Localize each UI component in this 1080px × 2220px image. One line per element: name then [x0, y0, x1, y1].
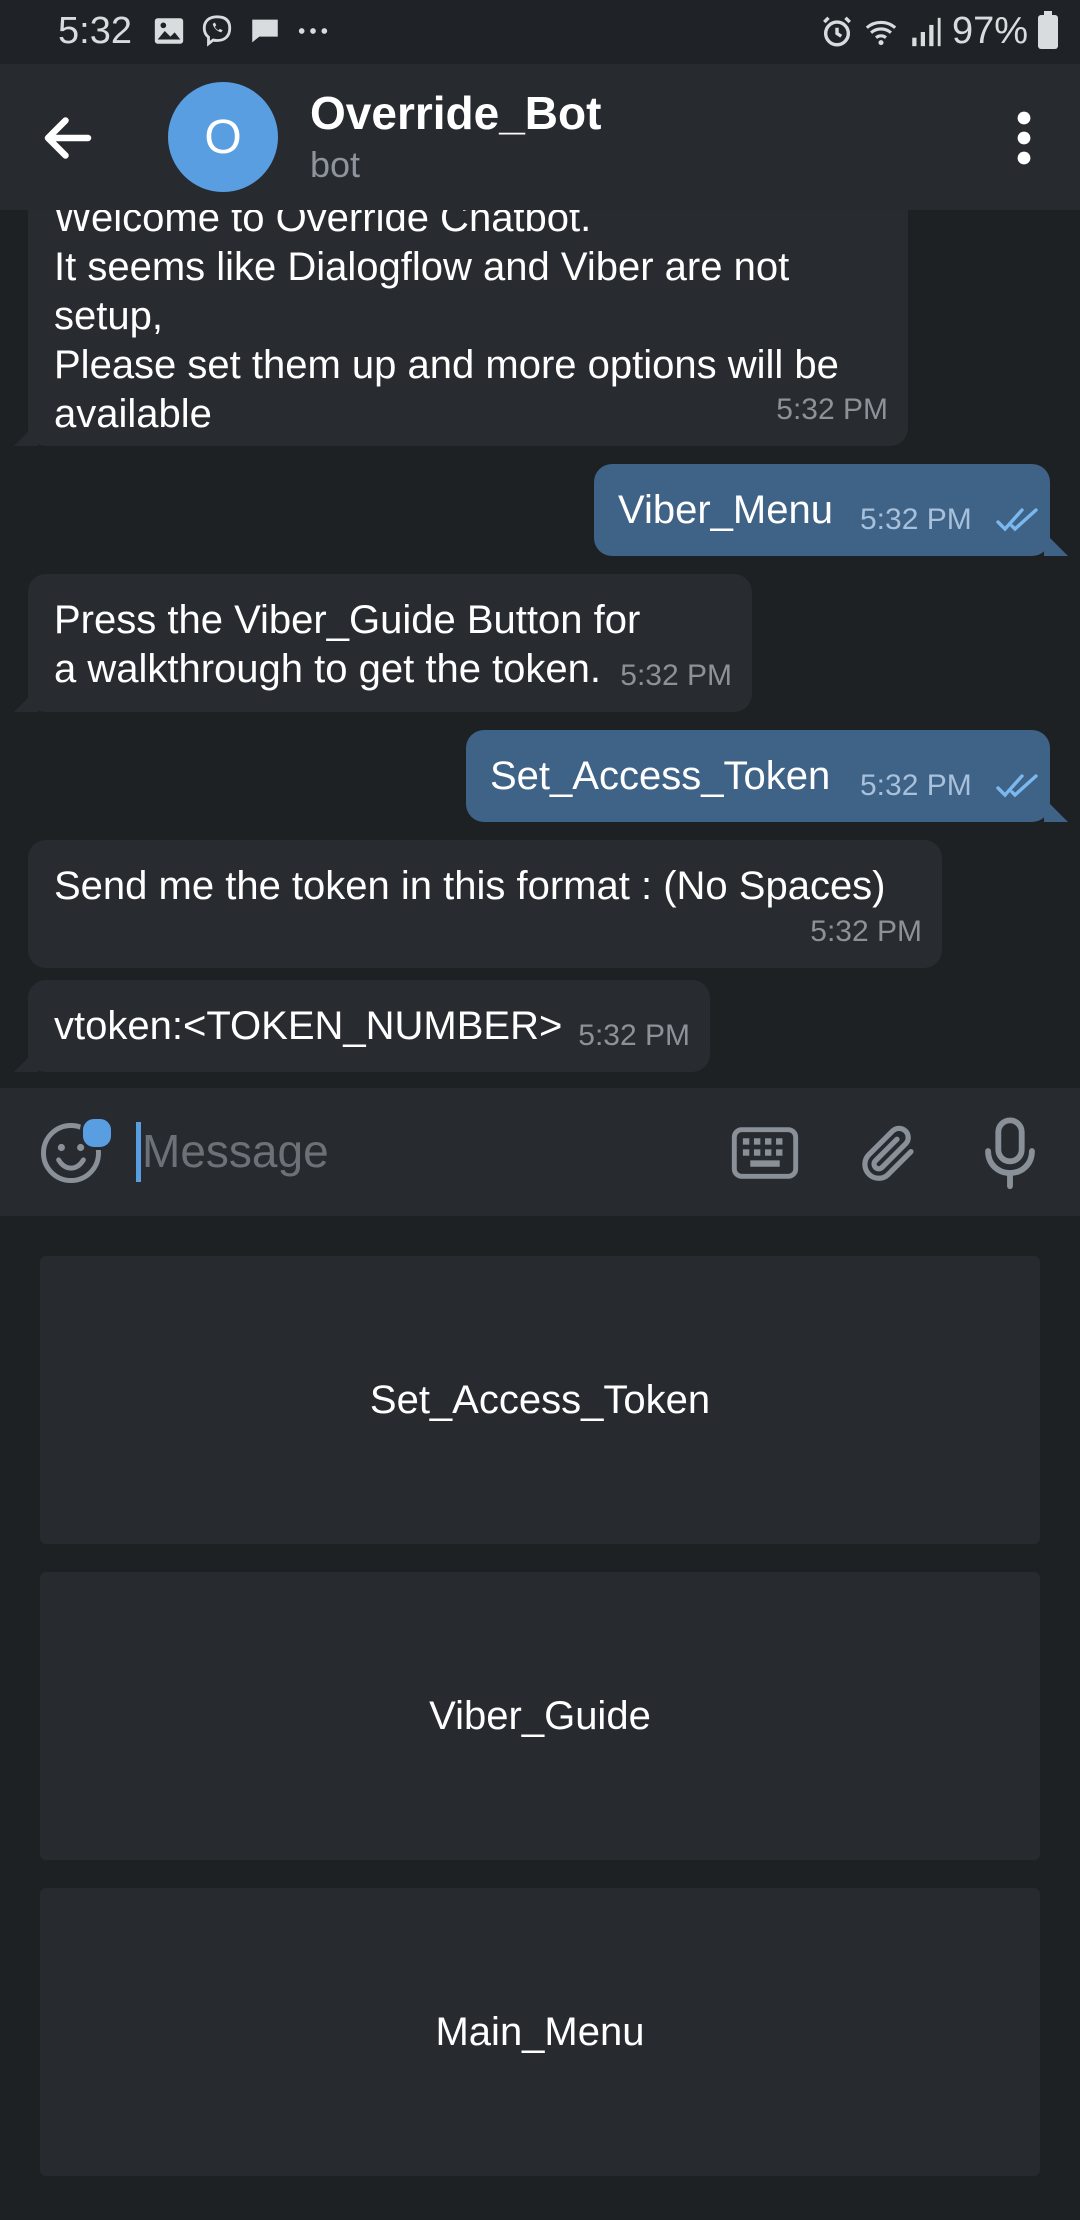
- status-bar: 5:32 97%: [0, 0, 1080, 64]
- status-time: 5:32: [58, 10, 132, 52]
- message-bubble-outgoing[interactable]: Set_Access_Token 5:32 PM: [466, 730, 1050, 822]
- message-text: Press the Viber_Guide Button for a walkt…: [54, 598, 641, 691]
- message-time: 5:32 PM: [810, 915, 922, 948]
- chat-subtitle: bot: [310, 144, 361, 185]
- wifi-icon: [865, 20, 897, 45]
- message-list[interactable]: Welcome to Override Chatbot. It seems li…: [0, 210, 1080, 1088]
- attachment-icon[interactable]: [856, 1118, 922, 1188]
- alarm-icon: [822, 16, 851, 46]
- image-icon: [154, 18, 184, 44]
- chat-title[interactable]: Override_Bot: [310, 86, 601, 140]
- message-composer: [0, 1088, 1080, 1216]
- bot-button-viber-guide[interactable]: Viber_Guide: [40, 1572, 1040, 1860]
- message-bubble-outgoing[interactable]: Viber_Menu 5:32 PM: [594, 464, 1050, 556]
- chat-icon: [252, 19, 278, 43]
- double-check-icon: [996, 774, 1038, 798]
- message-time: 5:32 PM: [860, 769, 972, 802]
- message-bubble-incoming[interactable]: vtoken:<TOKEN_NUMBER> 5:32 PM: [28, 980, 710, 1072]
- bubble-tail: [1044, 798, 1068, 822]
- message-time: 5:32 PM: [620, 659, 732, 692]
- double-check-icon: [996, 508, 1038, 532]
- bot-button-set-access-token[interactable]: Set_Access_Token: [40, 1256, 1040, 1544]
- message-time: 5:32 PM: [776, 393, 888, 426]
- avatar[interactable]: O: [168, 82, 278, 192]
- message-text: Welcome to Override Chatbot. It seems li…: [54, 210, 839, 436]
- overflow-menu-icon[interactable]: [1004, 108, 1044, 168]
- message-bubble-incoming[interactable]: Press the Viber_Guide Button for a walkt…: [28, 574, 752, 712]
- message-input[interactable]: [140, 1118, 702, 1184]
- signal-icon: [912, 17, 941, 46]
- message-text: Send me the token in this format : (No S…: [54, 864, 886, 908]
- battery-icon: [1038, 10, 1058, 49]
- message-time: 5:32 PM: [860, 503, 972, 536]
- chat-header: O Override_Bot bot: [0, 64, 1080, 210]
- bubble-tail: [1044, 532, 1068, 556]
- message-text: vtoken:<TOKEN_NUMBER>: [54, 1004, 563, 1048]
- microphone-icon[interactable]: [980, 1116, 1040, 1192]
- avatar-letter: O: [204, 110, 242, 164]
- system-icons: 97%: [820, 10, 1058, 53]
- bot-keyboard: Set_Access_Token Viber_Guide Main_Menu: [0, 1216, 1080, 2220]
- notification-dot: [80, 1116, 114, 1150]
- message-bubble-incoming[interactable]: Send me the token in this format : (No S…: [28, 840, 942, 968]
- back-arrow-icon[interactable]: [38, 108, 98, 168]
- message-text: Set_Access_Token: [490, 754, 831, 798]
- viber-icon: [202, 15, 232, 47]
- message-bubble-incoming[interactable]: Welcome to Override Chatbot. It seems li…: [28, 210, 908, 446]
- message-text: Viber_Menu: [618, 488, 833, 532]
- notification-icons: [152, 14, 330, 48]
- battery-percent: 97%: [951, 10, 1028, 52]
- message-time: 5:32 PM: [578, 1019, 690, 1052]
- bot-button-main-menu[interactable]: Main_Menu: [40, 1888, 1040, 2176]
- bubble-tail: [14, 422, 38, 446]
- keyboard-icon[interactable]: [730, 1126, 800, 1180]
- more-dots-icon: [298, 28, 328, 34]
